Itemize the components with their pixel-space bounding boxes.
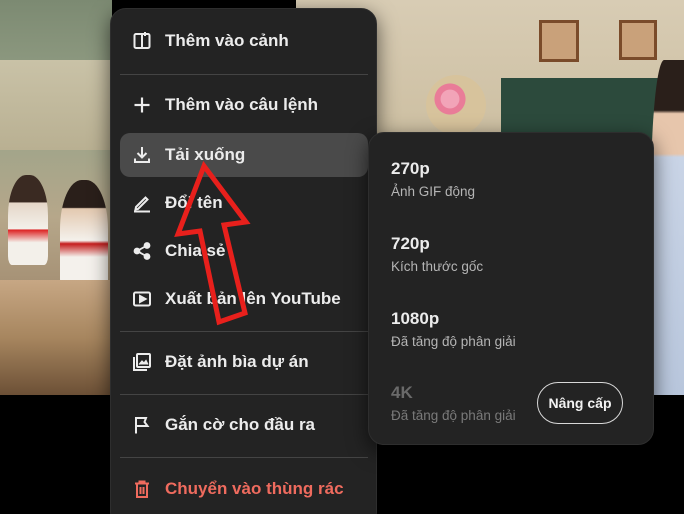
classroom-board <box>0 60 112 150</box>
menu-item-label: Đặt ảnh bìa dự án <box>165 352 309 371</box>
option-quality: 270p <box>391 159 430 178</box>
menu-item-download[interactable]: Tải xuống <box>120 133 368 177</box>
student-figure <box>8 175 48 265</box>
add-to-scene-icon <box>131 30 153 52</box>
menu-item-label: Chuyển vào thùng rác <box>165 479 344 498</box>
menu-item-publish-youtube[interactable]: Xuất bản lên YouTube <box>120 277 368 321</box>
option-description: Kích thước gốc <box>391 259 484 274</box>
option-description: Đã tăng độ phân giải <box>391 334 516 349</box>
image-gallery-icon <box>131 351 153 373</box>
menu-divider <box>120 457 368 458</box>
option-quality: 720p <box>391 234 430 253</box>
wall-picture <box>539 20 579 62</box>
flag-icon <box>131 414 153 436</box>
option-quality: 1080p <box>391 309 440 328</box>
student-figure <box>60 180 108 290</box>
menu-item-add-to-prompt[interactable]: Thêm vào câu lệnh <box>120 83 368 127</box>
menu-item-label: Đổi tên <box>165 193 223 212</box>
option-description: Ảnh GIF động <box>391 184 476 199</box>
download-option-270p[interactable]: 270p Ảnh GIF động <box>391 159 475 199</box>
pencil-icon <box>131 192 153 214</box>
menu-divider <box>120 394 368 395</box>
menu-item-share[interactable]: Chia sẻ <box>120 229 368 273</box>
upgrade-button[interactable]: Nâng cấp <box>537 382 623 424</box>
wall-picture <box>619 20 657 60</box>
option-quality: 4K <box>391 383 413 402</box>
download-submenu: 270p Ảnh GIF động 720p Kích thước gốc 10… <box>368 132 654 445</box>
menu-item-label: Thêm vào cảnh <box>165 31 289 50</box>
menu-item-label: Thêm vào câu lệnh <box>165 95 319 114</box>
trash-icon <box>131 478 153 500</box>
menu-item-label: Tải xuống <box>165 145 246 164</box>
download-option-1080p[interactable]: 1080p Đã tăng độ phân giải <box>391 309 516 349</box>
menu-item-move-to-trash[interactable]: Chuyển vào thùng rác <box>120 467 368 511</box>
menu-item-set-cover[interactable]: Đặt ảnh bìa dự án <box>120 340 368 384</box>
share-icon <box>131 240 153 262</box>
menu-item-label: Xuất bản lên YouTube <box>165 289 341 308</box>
download-option-720p[interactable]: 720p Kích thước gốc <box>391 234 483 274</box>
context-menu: Thêm vào cảnh Thêm vào câu lệnh Tải xuốn… <box>110 8 377 514</box>
menu-item-label: Chia sẻ <box>165 241 226 260</box>
video-thumbnail-left <box>0 0 112 395</box>
download-option-4k: 4K Đã tăng độ phân giải <box>391 383 516 423</box>
menu-item-rename[interactable]: Đổi tên <box>120 181 368 225</box>
menu-item-label: Gắn cờ cho đầu ra <box>165 415 316 434</box>
download-icon <box>131 144 153 166</box>
menu-divider <box>120 74 368 75</box>
teacher-figure <box>651 60 684 395</box>
option-description: Đã tăng độ phân giải <box>391 408 516 423</box>
plus-icon <box>131 94 153 116</box>
classroom-desk <box>0 280 112 395</box>
menu-divider <box>120 331 368 332</box>
menu-item-flag-output[interactable]: Gắn cờ cho đầu ra <box>120 403 368 447</box>
menu-item-add-to-scene[interactable]: Thêm vào cảnh <box>120 19 368 63</box>
youtube-play-icon <box>131 288 153 310</box>
flower-decoration <box>426 75 486 135</box>
